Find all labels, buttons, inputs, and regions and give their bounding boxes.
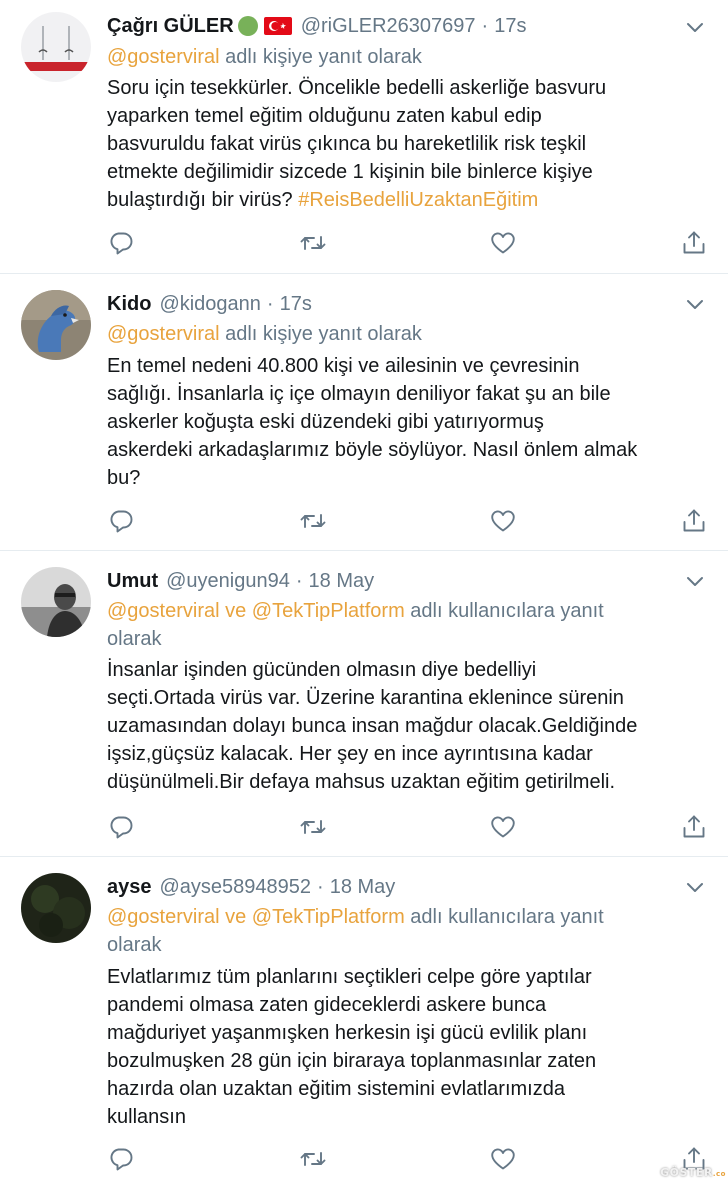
reply-context: @gosterviral ve @TekTipPlatform adlı kul… [107,597,707,653]
reply-icon[interactable] [107,1145,135,1173]
avatar-image [21,567,91,637]
name-emojis [236,14,293,38]
retweet-icon[interactable] [299,229,327,257]
reply-context: @gosterviral ve @TekTipPlatform adlı kul… [107,903,707,959]
share-icon[interactable] [680,507,708,535]
hashtag-link[interactable]: #ReisBedelliUzaktanEğitim [298,189,538,211]
retweet-icon[interactable] [299,813,327,841]
retweet-icon[interactable] [299,507,327,535]
timestamp[interactable]: 18 May [309,570,375,593]
tweet-actions [107,1145,707,1175]
heart-icon[interactable] [489,229,517,257]
watermark-suffix: .co [712,1170,726,1178]
avatar-image [21,290,91,360]
tweet-text: Soru için tesekkürler. Öncelikle bedelli… [107,74,713,214]
reply-mention-link[interactable]: @gosterviral [107,46,220,68]
tweet-body: En temel nedeni 40.800 kişi ve ailesinin… [107,355,638,489]
avatar[interactable] [21,873,91,943]
tweet-text: İnsanlar işinden gücünden olmasın diye b… [107,656,713,796]
tweet-card[interactable]: Kido @kidogann · 17s @gosterviral adlı k… [0,274,728,551]
user-handle[interactable]: @uyenigun94 [166,570,290,593]
reply-icon[interactable] [107,507,135,535]
heart-icon[interactable] [489,1145,517,1173]
separator-dot: · [317,875,324,898]
reply-context: @gosterviral adlı kişiye yanıt olarak [107,320,707,348]
avatar[interactable] [21,567,91,637]
separator-dot: · [266,292,274,315]
tweet-text: En temel nedeni 40.800 kişi ve ailesinin… [107,352,713,492]
timestamp[interactable]: 17s [494,15,526,38]
reply-mention-link[interactable]: @gosterviral ve @TekTipPlatform [107,906,405,928]
separator-dot: · [481,14,489,37]
separator-dot: · [295,569,303,592]
user-handle[interactable]: @riGLER26307697 [301,15,476,38]
timestamp[interactable]: 18 May [330,876,396,899]
display-name[interactable]: ayse [107,876,152,899]
share-icon[interactable] [680,813,708,841]
watermark-text: GÖSTER [660,1166,713,1179]
reply-icon[interactable] [107,813,135,841]
display-name[interactable]: Kido [107,293,151,316]
watermark-logo: GÖSTER.co [660,1166,726,1179]
tweet-body: Evlatlarımız tüm planlarını seçtikleri c… [107,966,597,1128]
display-name[interactable]: Çağrı GÜLER [107,15,234,38]
chevron-down-icon[interactable] [684,16,706,38]
avatar[interactable] [21,290,91,360]
tweet-body: İnsanlar işinden gücünden olmasın diye b… [107,659,638,793]
avatar-image [21,873,91,943]
tweet-card[interactable]: Umut @uyenigun94 · 18 May @gosterviral v… [0,551,728,857]
reply-mention-link[interactable]: @gosterviral ve @TekTipPlatform [107,600,405,622]
tweet-text: Evlatlarımız tüm planlarını seçtikleri c… [107,963,713,1131]
reply-context-text: adlı kişiye yanıt olarak [219,46,422,68]
share-icon[interactable] [680,229,708,257]
avatar[interactable] [21,12,91,82]
chevron-down-icon[interactable] [684,570,706,592]
turkey-flag-icon [263,17,292,35]
tweet-card[interactable]: ayse @ayse58948952 · 18 May @gosterviral… [0,857,728,1185]
green-circle-icon [237,16,258,36]
chevron-down-icon[interactable] [684,876,706,898]
user-handle[interactable]: @kidogann [159,293,260,316]
avatar-image [21,12,91,82]
tweet-actions [107,813,707,843]
tweet-actions [107,229,707,259]
retweet-icon[interactable] [299,1145,327,1173]
heart-icon[interactable] [489,507,517,535]
reply-icon[interactable] [107,229,135,257]
tweet-card[interactable]: Çağrı GÜLER @riGLER26307697 · 17s @goste… [0,0,728,274]
timestamp[interactable]: 17s [280,293,312,316]
heart-icon[interactable] [489,813,517,841]
reply-context-text: adlı kişiye yanıt olarak [219,323,422,345]
tweet-actions [107,507,707,537]
user-handle[interactable]: @ayse58948952 [160,876,312,899]
chevron-down-icon[interactable] [684,293,706,315]
reply-mention-link[interactable]: @gosterviral [107,323,220,345]
display-name[interactable]: Umut [107,570,158,593]
reply-context: @gosterviral adlı kişiye yanıt olarak [107,43,707,71]
